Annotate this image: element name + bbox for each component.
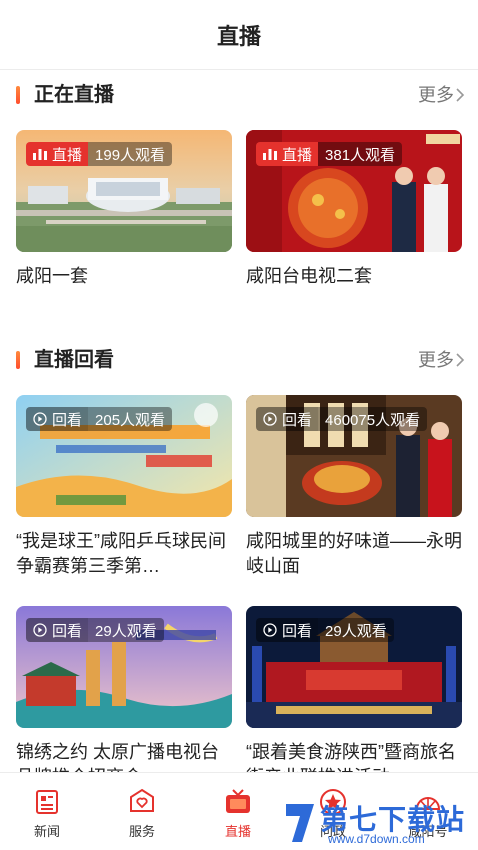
live-badge: 直播 381人观看: [256, 142, 403, 166]
live-signal-icon: [263, 149, 277, 160]
badge-label: 回看: [282, 411, 313, 429]
replay-badge: 回看 460075人观看: [256, 407, 428, 431]
replay-card-2[interactable]: 回看 460075人观看 咸阳城里的好味道——永明岐山面: [246, 395, 462, 579]
chevron-right-icon[interactable]: [454, 353, 466, 367]
tab-label: 服务: [128, 824, 155, 839]
live-signal-icon: [33, 149, 47, 160]
service-icon: [130, 788, 154, 812]
viewer-count: 199人观看: [95, 146, 166, 164]
viewer-count: 29人观看: [95, 622, 157, 640]
card-caption[interactable]: 咸阳城里的好味道——永明岐山面: [246, 529, 462, 579]
replay-card-1[interactable]: 回看 205人观看 “我是球王”咸阳乒乓球民间争霸赛第三季第…: [16, 395, 232, 579]
viewer-count: 29人观看: [325, 622, 387, 640]
live-thumbnail-1[interactable]: 直播 199人观看: [16, 130, 232, 252]
watermark-url: www.d7down.com: [328, 832, 425, 846]
replay-more-link[interactable]: 更多: [418, 345, 454, 375]
badge-label: 回看: [52, 411, 83, 429]
live-thumbnail-2[interactable]: 直播 381人观看: [246, 130, 462, 252]
card-caption[interactable]: 咸阳一套: [16, 264, 232, 289]
replay-thumbnail-2[interactable]: 回看 460075人观看: [246, 395, 462, 517]
card-caption[interactable]: 咸阳台电视二套: [246, 264, 462, 289]
replay-badge: 回看 205人观看: [26, 407, 173, 431]
live-card-1[interactable]: 直播 199人观看 咸阳一套: [16, 130, 232, 289]
live-more-link[interactable]: 更多: [418, 80, 454, 110]
tab-live[interactable]: 直播: [208, 787, 268, 840]
viewer-count: 205人观看: [95, 411, 166, 429]
badge-label: 直播: [52, 146, 83, 164]
live-section-title: 正在直播: [34, 84, 114, 106]
tab-label: 直播: [224, 824, 251, 839]
play-circle-icon: [263, 412, 277, 426]
replay-badge: 回看 29人观看: [26, 618, 164, 642]
watermark-logo-icon: [286, 804, 314, 842]
viewer-count: 381人观看: [325, 146, 396, 164]
badge-label: 回看: [52, 622, 83, 640]
play-circle-icon: [33, 623, 47, 637]
chevron-right-icon[interactable]: [454, 88, 466, 102]
news-icon: [36, 790, 58, 814]
replay-badge: 回看 29人观看: [256, 618, 394, 642]
section-accent-bar: [16, 86, 20, 104]
play-circle-icon: [33, 412, 47, 426]
replay-card-4[interactable]: 回看 29人观看 “跟着美食游陕西”暨商旅名街产业联推进活动: [246, 606, 462, 790]
page-title: 直播: [216, 23, 261, 49]
live-card-2[interactable]: 直播 381人观看 咸阳台电视二套: [246, 130, 462, 289]
site-watermark: 第七下载站 www.d7down.com: [280, 796, 478, 850]
page-header: 直播: [0, 0, 478, 70]
replay-thumbnail-4[interactable]: 回看 29人观看: [246, 606, 462, 728]
tv-icon: [226, 789, 250, 813]
replay-section-header: 直播回看 更多: [0, 345, 478, 375]
tab-service[interactable]: 服务: [112, 787, 172, 840]
viewer-count: 460075人观看: [325, 411, 421, 429]
tab-label: 新闻: [33, 824, 60, 839]
replay-thumbnail-3[interactable]: 回看 29人观看: [16, 606, 232, 728]
replay-card-3[interactable]: 回看 29人观看 锦绣之约 太原广播电视台品牌推介招商会: [16, 606, 232, 790]
badge-label: 直播: [282, 146, 313, 164]
badge-label: 回看: [282, 622, 313, 640]
card-caption[interactable]: “我是球王”咸阳乒乓球民间争霸赛第三季第…: [16, 529, 232, 579]
live-section-header: 正在直播 更多: [0, 80, 478, 110]
live-badge: 直播 199人观看: [26, 142, 173, 166]
tab-news[interactable]: 新闻: [17, 787, 77, 840]
play-circle-icon: [263, 623, 277, 637]
replay-thumbnail-1[interactable]: 回看 205人观看: [16, 395, 232, 517]
replay-section-title: 直播回看: [34, 349, 114, 371]
section-accent-bar: [16, 351, 20, 369]
